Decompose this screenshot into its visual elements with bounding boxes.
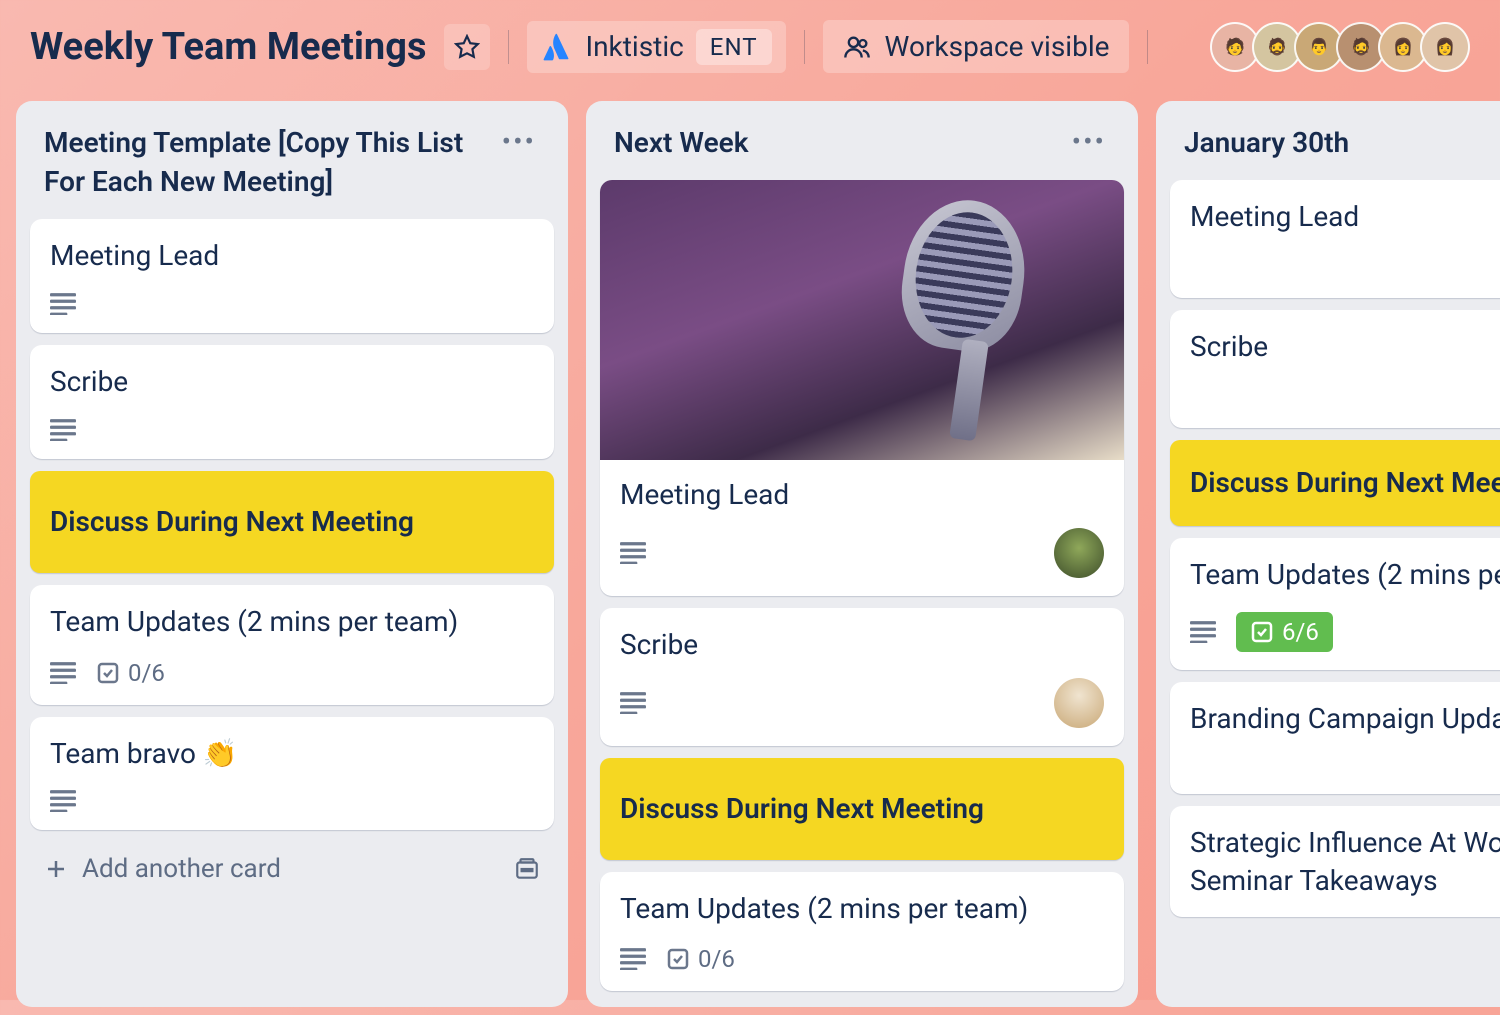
card-separator[interactable]: Discuss During Next Meeting — [600, 758, 1124, 860]
card-title: Scribe — [1190, 328, 1500, 366]
checklist-icon — [1250, 620, 1274, 644]
card-title: Scribe — [620, 626, 1104, 664]
description-icon — [620, 692, 646, 714]
people-icon — [843, 33, 871, 61]
card-title: Meeting Lead — [1190, 198, 1500, 236]
card-title: Scribe — [50, 363, 534, 401]
workspace-tier-badge: ENT — [696, 29, 772, 65]
list-header: January 30th — [1170, 117, 1500, 168]
list: Next Week ••• Meeting Lead Scribe — [586, 101, 1138, 1007]
star-button[interactable] — [444, 24, 490, 70]
description-icon — [620, 542, 646, 564]
avatar[interactable]: 👩 — [1420, 22, 1470, 72]
card[interactable]: Scribe — [1170, 310, 1500, 428]
plus-icon — [44, 857, 68, 881]
list: Meeting Template [Copy This List For Eac… — [16, 101, 568, 1007]
description-icon — [50, 790, 76, 812]
list: January 30th Meeting Lead Scribe Discuss… — [1156, 101, 1500, 1007]
checklist-icon — [96, 661, 120, 685]
card-separator[interactable]: Discuss During Next Meeting — [30, 471, 554, 573]
description-icon — [1190, 621, 1216, 643]
card-title: Branding Campaign Update — [1190, 700, 1500, 738]
card[interactable]: Scribe — [30, 345, 554, 459]
card-title: Discuss During Next Meeting — [620, 790, 1104, 828]
card[interactable]: Team Updates (2 mins per team) 0/6 — [600, 872, 1124, 992]
visibility-button[interactable]: Workspace visible — [823, 20, 1130, 73]
checklist-count: 6/6 — [1282, 618, 1319, 646]
atlassian-icon — [541, 31, 573, 63]
board-members[interactable]: 🧑 🧔 👨 🧔 👩 👩 — [1218, 22, 1470, 72]
card-title: Discuss During Next Meeting — [1190, 464, 1500, 502]
divider — [1147, 30, 1148, 64]
board-canvas: Meeting Template [Copy This List For Eac… — [0, 93, 1500, 1015]
description-icon — [620, 948, 646, 970]
list-title[interactable]: Next Week — [614, 123, 748, 162]
card[interactable]: Team Updates (2 mins per team) 0/6 — [30, 585, 554, 705]
board-title[interactable]: Weekly Team Meetings — [30, 25, 426, 69]
microphone-image — [904, 200, 1034, 440]
card-cover-image — [600, 180, 1124, 460]
list-title[interactable]: Meeting Template [Copy This List For Eac… — [44, 123, 498, 201]
card-title: Team Updates (2 mins per team) — [50, 603, 534, 641]
visibility-label: Workspace visible — [885, 30, 1110, 63]
checklist-count: 0/6 — [698, 945, 735, 973]
card-title: Team Updates (2 mins per team) — [1190, 556, 1500, 594]
list-menu-button[interactable]: ••• — [498, 123, 540, 160]
checklist-badge: 0/6 — [666, 945, 735, 973]
workspace-switcher[interactable]: Inktistic ENT — [527, 21, 785, 73]
card-title: Team bravo 👏 — [50, 735, 534, 773]
card[interactable]: Meeting Lead — [30, 219, 554, 333]
card[interactable]: Branding Campaign Update — [1170, 682, 1500, 794]
list-header: Next Week ••• — [600, 117, 1124, 168]
card[interactable]: Team Updates (2 mins per team) 6/6 — [1170, 538, 1500, 670]
card[interactable]: Meeting Lead — [600, 180, 1124, 596]
description-icon — [50, 419, 76, 441]
card[interactable]: Strategic Influence At Work Training Sem… — [1170, 806, 1500, 918]
description-icon — [50, 293, 76, 315]
card-title: Meeting Lead — [50, 237, 534, 275]
template-icon[interactable] — [514, 856, 540, 882]
board-header: Weekly Team Meetings Inktistic ENT Works… — [0, 0, 1500, 93]
divider — [804, 30, 805, 64]
divider — [508, 30, 509, 64]
checklist-badge: 0/6 — [96, 659, 165, 687]
add-card-button[interactable]: Add another card — [30, 842, 554, 896]
card-title: Meeting Lead — [620, 476, 1104, 514]
list-menu-button[interactable]: ••• — [1068, 123, 1110, 160]
list-header: Meeting Template [Copy This List For Eac… — [30, 117, 554, 207]
checklist-count: 0/6 — [128, 659, 165, 687]
add-card-label: Add another card — [82, 854, 281, 884]
card-separator[interactable]: Discuss During Next Meeting — [1170, 440, 1500, 526]
card[interactable]: Scribe — [600, 608, 1124, 746]
star-icon — [454, 34, 480, 60]
card[interactable]: Team bravo 👏 — [30, 717, 554, 831]
card[interactable]: Meeting Lead — [1170, 180, 1500, 298]
workspace-name: Inktistic — [585, 30, 683, 63]
checklist-badge-complete: 6/6 — [1236, 612, 1333, 652]
card-title: Discuss During Next Meeting — [50, 503, 534, 541]
card-member-avatar[interactable] — [1054, 528, 1104, 578]
card-title: Strategic Influence At Work Training Sem… — [1190, 824, 1500, 900]
description-icon — [50, 662, 76, 684]
card-title: Team Updates (2 mins per team) — [620, 890, 1104, 928]
list-title[interactable]: January 30th — [1184, 123, 1349, 162]
card-member-avatar[interactable] — [1054, 678, 1104, 728]
checklist-icon — [666, 947, 690, 971]
